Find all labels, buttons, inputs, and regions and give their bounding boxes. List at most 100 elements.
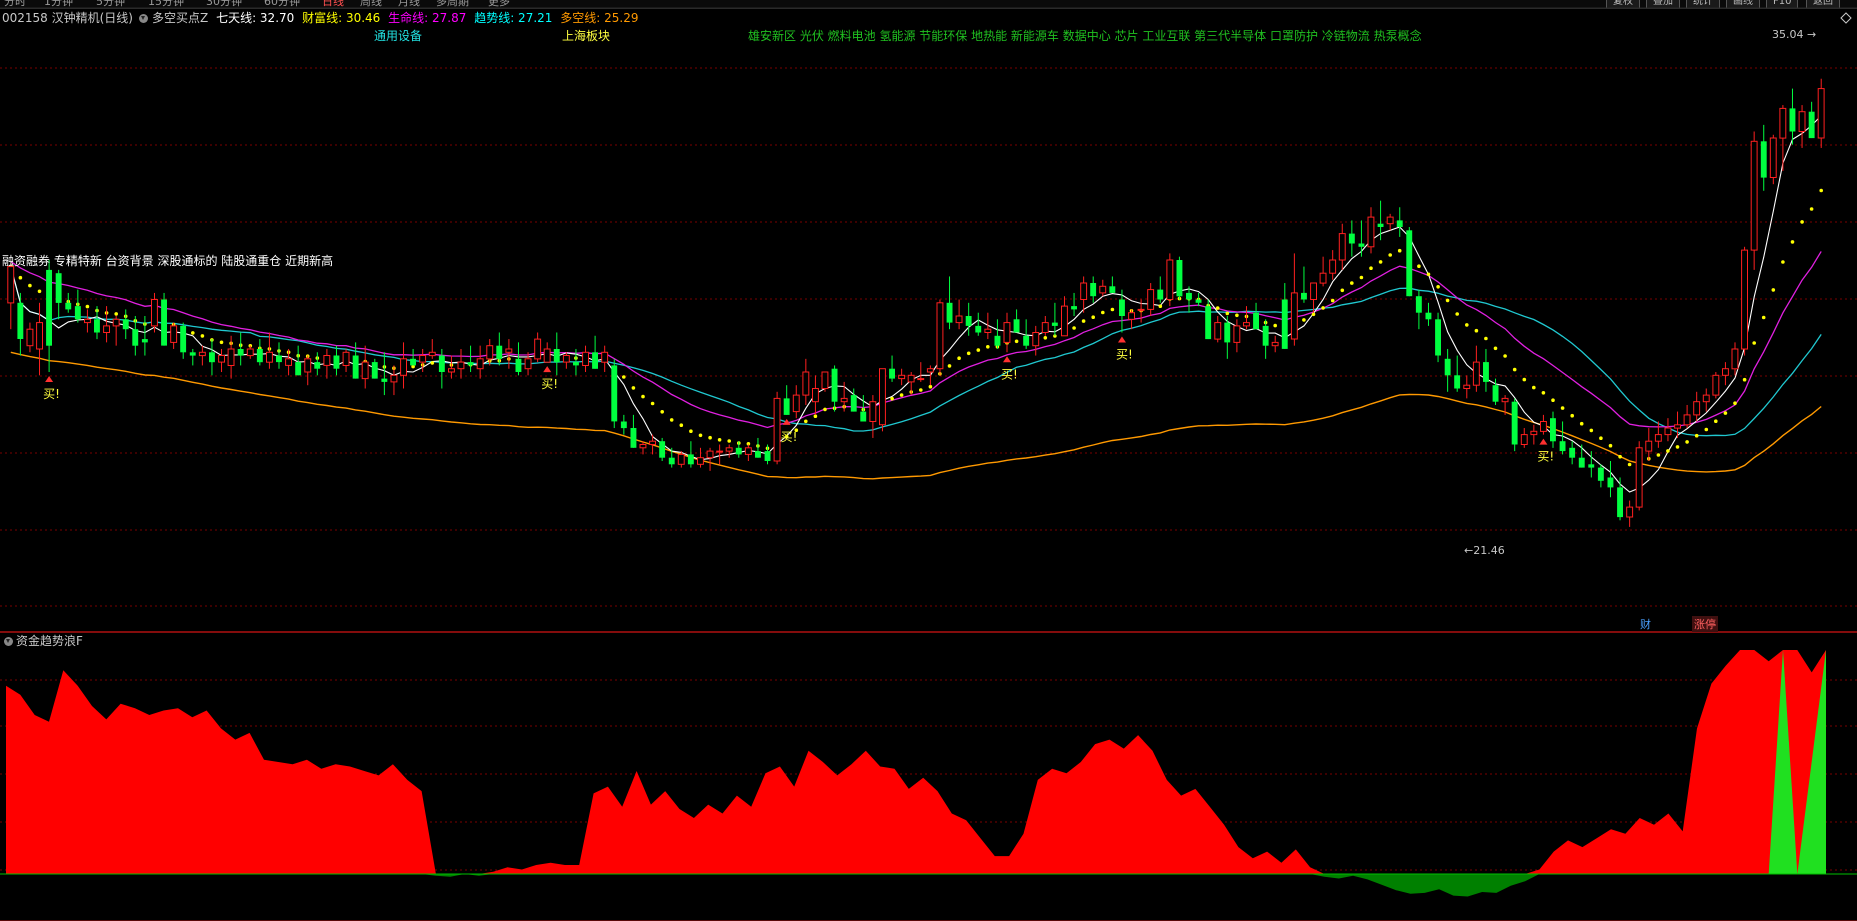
wealth-dot bbox=[1685, 440, 1689, 444]
legend-life-line: 生命线: 27.87 bbox=[388, 11, 467, 25]
candle-up bbox=[151, 299, 158, 327]
candle-up bbox=[304, 358, 312, 373]
candle-up bbox=[1798, 111, 1806, 132]
wealth-dot bbox=[1014, 339, 1019, 344]
candle-up bbox=[505, 348, 513, 353]
wealth-dot bbox=[641, 394, 645, 399]
candle-down bbox=[850, 395, 857, 412]
candle-down bbox=[783, 398, 790, 415]
wealth-dot bbox=[1733, 401, 1737, 406]
max-price-label: 35.04 → bbox=[1772, 28, 1816, 41]
wealth-dot bbox=[1723, 411, 1728, 415]
wealth-dot bbox=[1417, 264, 1421, 269]
buy-arrow-icon bbox=[1539, 438, 1548, 445]
wealth-dot bbox=[1474, 328, 1479, 333]
wealth-dot bbox=[698, 433, 703, 438]
legend-wealth-line: 财富线: 30.46 bbox=[302, 11, 381, 25]
candle-up bbox=[1664, 427, 1672, 436]
candle-up bbox=[1137, 308, 1145, 311]
candle-up bbox=[1731, 348, 1739, 370]
wealth-dot bbox=[1302, 318, 1306, 322]
wealth-dot bbox=[631, 386, 636, 390]
candle-down bbox=[1195, 299, 1202, 303]
finance-badge[interactable]: 财 bbox=[1640, 616, 1651, 632]
candle-down bbox=[630, 428, 637, 448]
candle-up bbox=[448, 368, 455, 373]
candle-down bbox=[1435, 319, 1441, 356]
candle-down bbox=[1023, 335, 1030, 346]
candle-up bbox=[1702, 394, 1710, 403]
buy-signal-label: 买! bbox=[781, 430, 798, 444]
candle-up bbox=[1501, 397, 1509, 403]
candle-up bbox=[227, 348, 235, 366]
candle-up bbox=[1722, 368, 1729, 376]
wealth-dot bbox=[1158, 304, 1163, 309]
wealth-dot bbox=[1081, 319, 1086, 323]
stock-tags: 融资融券 专精特新 台资背景 深股通标的 陆股通重仓 近期新高 bbox=[2, 254, 334, 268]
wealth-dot bbox=[1560, 406, 1565, 410]
candle-up bbox=[476, 358, 484, 370]
candle-down bbox=[860, 411, 867, 422]
candle-up bbox=[1520, 434, 1528, 446]
indicator-menu-icon[interactable] bbox=[139, 14, 148, 23]
candle-up bbox=[725, 447, 733, 452]
candle-down bbox=[1444, 358, 1451, 376]
legend-bull-bear-line: 多空线: 25.29 bbox=[560, 11, 639, 25]
sub-indicator-menu-icon[interactable] bbox=[4, 637, 13, 646]
kline-chart[interactable]: 买! 买! 买! 买! 买! 买! 35.04 → ←21.46 bbox=[0, 0, 1857, 921]
buy-signal-label: 买! bbox=[1001, 367, 1018, 381]
wealth-dot bbox=[1225, 311, 1230, 316]
concept-list[interactable]: 雄安新区 光伏 燃料电池 氢能源 节能环保 地热能 新能源车 数据中心 芯片 工… bbox=[748, 27, 1422, 44]
indicator-name[interactable]: 多空买点Z bbox=[152, 11, 208, 25]
candle-down bbox=[1157, 289, 1164, 300]
wealth-dot bbox=[219, 340, 224, 345]
candle-down bbox=[1588, 464, 1595, 468]
sub-indicator-name[interactable]: 资金趋势浪F bbox=[16, 634, 83, 648]
candle-up bbox=[1099, 285, 1107, 294]
candle-down bbox=[687, 454, 694, 465]
candle-up bbox=[1003, 322, 1011, 343]
candle-down bbox=[209, 352, 215, 363]
candle-down bbox=[1176, 260, 1183, 297]
candle-up bbox=[649, 440, 656, 446]
candle-down bbox=[1406, 230, 1413, 297]
candle-up bbox=[112, 318, 120, 327]
wealth-dot bbox=[813, 414, 818, 419]
stock-title: 002158 汉钟精机(日线) bbox=[2, 11, 133, 25]
wealth-dot bbox=[1350, 281, 1354, 285]
candle-up bbox=[1290, 292, 1298, 340]
candle-up bbox=[936, 302, 944, 370]
wealth-dot bbox=[114, 312, 118, 316]
wealth-dot bbox=[1599, 436, 1603, 441]
candle-up bbox=[716, 450, 724, 453]
candle-up bbox=[879, 368, 886, 426]
wealth-dot bbox=[1388, 253, 1392, 257]
candle-up bbox=[1319, 272, 1327, 284]
candle-down bbox=[994, 335, 1001, 346]
wealth-dot bbox=[1742, 377, 1747, 382]
candle-down bbox=[1808, 111, 1815, 139]
limit-up-badge[interactable]: 涨停 bbox=[1692, 616, 1718, 632]
wealth-dot bbox=[650, 401, 655, 406]
candle-down bbox=[122, 319, 129, 330]
candle-up bbox=[917, 378, 925, 381]
candle-up bbox=[562, 355, 570, 363]
candle-down bbox=[592, 352, 598, 369]
candle-down bbox=[553, 349, 560, 363]
fund-trend-area-positive bbox=[6, 650, 1826, 874]
candle-down bbox=[755, 451, 761, 458]
candle-down bbox=[371, 362, 378, 379]
candle-down bbox=[1607, 477, 1614, 488]
candle-down bbox=[1262, 325, 1269, 346]
wealth-dot bbox=[1522, 377, 1527, 382]
fund-trend-area-negative bbox=[6, 874, 1826, 897]
region-label[interactable]: 上海板块 bbox=[562, 27, 610, 44]
candle-down bbox=[1559, 441, 1566, 452]
candle-up bbox=[706, 450, 714, 459]
candle-up bbox=[419, 355, 427, 363]
wealth-dot bbox=[1110, 307, 1115, 312]
candle-down bbox=[1051, 322, 1058, 326]
wealth-dot bbox=[1771, 288, 1776, 292]
industry-label[interactable]: 通用设备 bbox=[374, 27, 422, 44]
candle-down bbox=[333, 355, 340, 369]
